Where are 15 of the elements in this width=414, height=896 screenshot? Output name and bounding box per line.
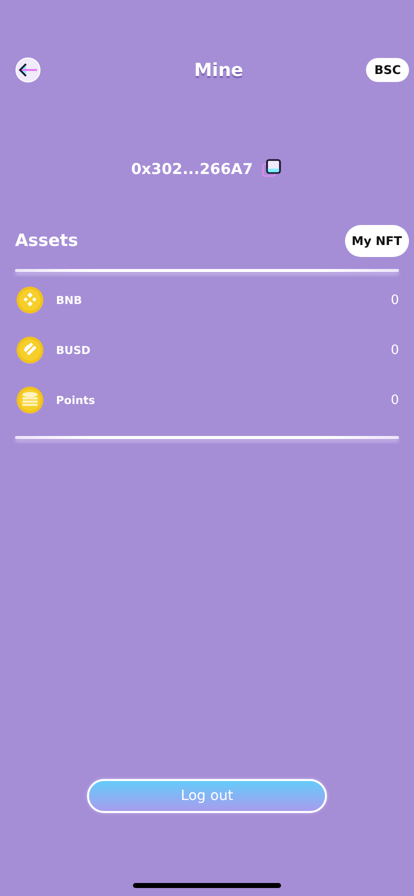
my-nft-button[interactable]: My NFT [344, 225, 409, 257]
coin-stack-icon [16, 386, 44, 414]
section-title: Assets [15, 231, 78, 251]
asset-amount: 0 [390, 342, 399, 358]
asset-amount: 0 [390, 292, 399, 308]
coin-icon [16, 286, 44, 314]
coin-icon [16, 336, 44, 364]
page-title: Mine [194, 60, 244, 80]
network-button[interactable]: BSC [366, 58, 409, 82]
wallet-address: 0x302...266A7 [131, 160, 253, 178]
asset-name: BUSD [56, 344, 92, 356]
asset-name: BNB [56, 294, 83, 306]
asset-amount: 0 [390, 392, 399, 408]
asset-name: Points [56, 394, 96, 406]
back-button[interactable] [15, 57, 41, 83]
